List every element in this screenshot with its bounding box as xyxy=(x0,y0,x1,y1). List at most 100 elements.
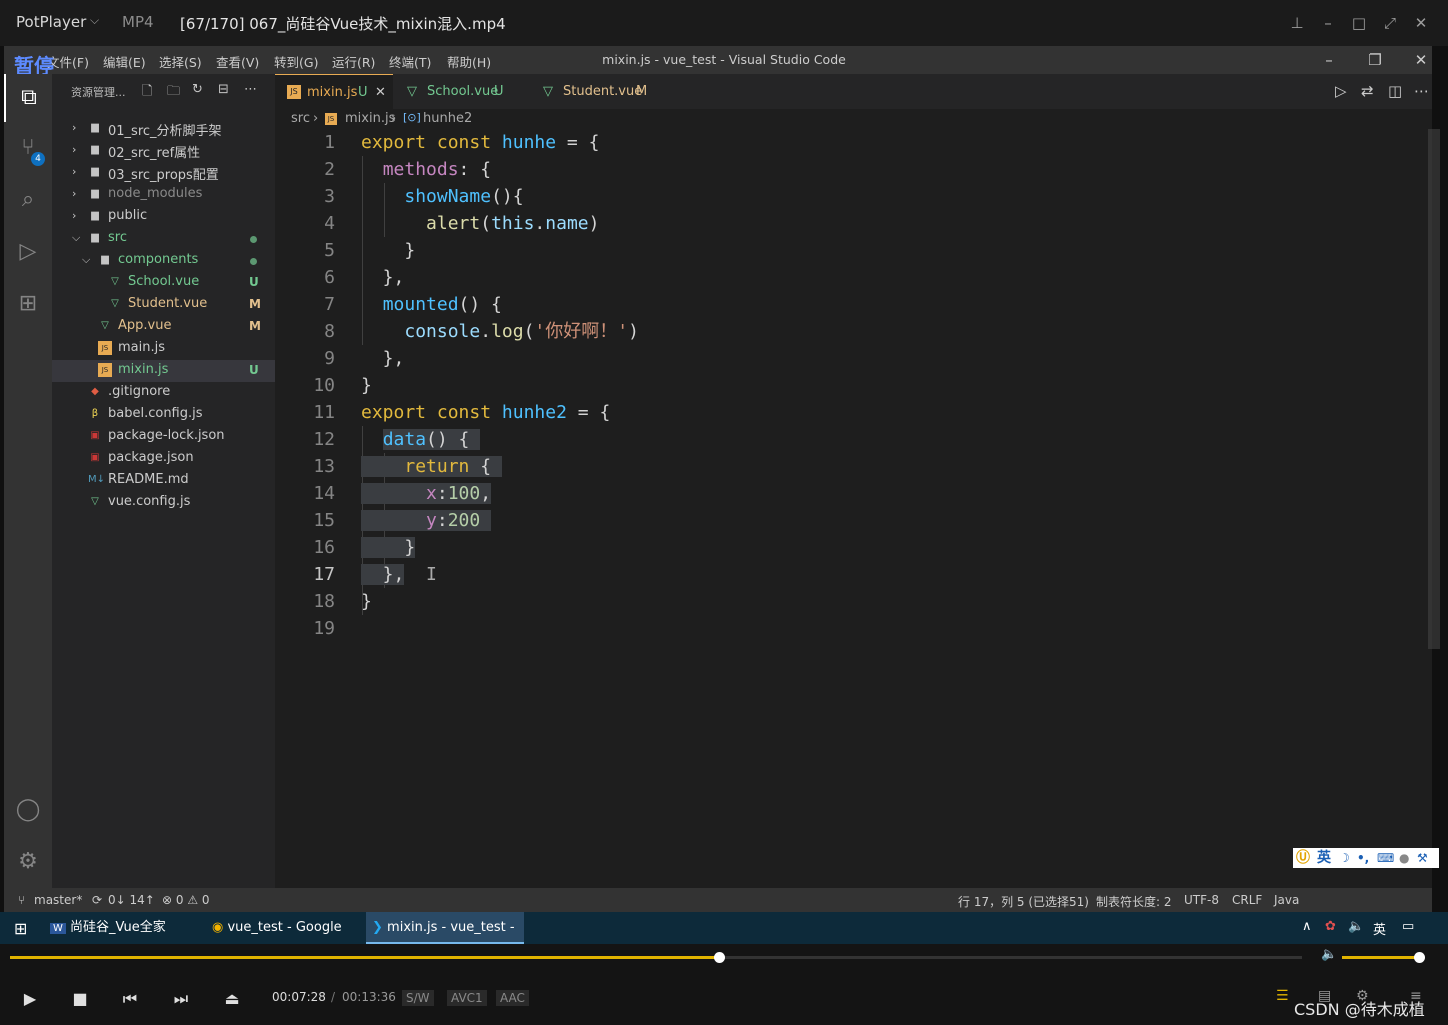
chevron-right-icon[interactable]: › xyxy=(72,165,76,178)
search-icon[interactable]: ⌕ xyxy=(4,176,52,224)
vscode-minimize-icon[interactable]: – xyxy=(1306,48,1352,72)
explorer-item[interactable]: β babel.config.js xyxy=(52,404,275,426)
playlist-icon[interactable]: ☰ xyxy=(1276,988,1289,1004)
explorer-item[interactable]: ▽ vue.config.js xyxy=(52,492,275,514)
tab-mixin-js[interactable]: JS mixin.js U ✕ xyxy=(275,74,393,109)
compare-icon[interactable]: ⇄ xyxy=(1361,82,1374,100)
menu-terminal[interactable]: 终端(T) xyxy=(389,52,431,71)
chevron-right-icon[interactable]: › xyxy=(72,209,76,222)
volume-slider[interactable] xyxy=(1342,952,1425,963)
explorer-item[interactable]: M↓ README.md xyxy=(52,470,275,492)
code-editor[interactable]: 1 2 3 4 5 6 7 8 9 10 11 12 13 14 15 16 1… xyxy=(275,129,1440,888)
close-tab-icon[interactable]: ✕ xyxy=(375,75,386,110)
status-encoding[interactable]: UTF-8 xyxy=(1184,893,1219,907)
punct-icon[interactable]: •, xyxy=(1357,848,1369,868)
new-folder-icon[interactable]: 🗀 xyxy=(167,82,180,104)
extensions-icon[interactable]: ⊞ xyxy=(4,280,52,328)
user-icon[interactable]: ● xyxy=(1399,848,1409,868)
explorer-item[interactable]: › ▆ node_modules xyxy=(52,184,275,206)
menu-selection[interactable]: 选择(S) xyxy=(159,52,202,71)
tray-expand-icon[interactable]: ∧ xyxy=(1302,919,1312,934)
vscode-close-icon[interactable]: ✕ xyxy=(1398,48,1444,72)
more-icon[interactable]: ⋯ xyxy=(1414,82,1429,100)
explorer-item[interactable]: › ▆ 01_src_分析脚手架 xyxy=(52,118,275,140)
explorer-item[interactable]: › ▆ 03_src_props配置 xyxy=(52,162,275,184)
tray-ime[interactable]: 英 xyxy=(1373,919,1386,938)
explorer-item[interactable]: ▽ Student.vue M xyxy=(52,294,275,316)
volume-icon[interactable]: 🔈 xyxy=(1348,919,1364,934)
explorer-item[interactable]: ▽ School.vue U xyxy=(52,272,275,294)
explorer-item[interactable]: ▣ package-lock.json xyxy=(52,426,275,448)
run-icon[interactable]: ▷ xyxy=(1335,82,1347,100)
source-control-icon[interactable]: ⑂ 4 xyxy=(4,124,52,172)
tag-audio-codec[interactable]: AAC xyxy=(496,990,529,1006)
run-debug-icon[interactable]: ▷ xyxy=(4,228,52,276)
chevron-down-icon[interactable]: ⌵ xyxy=(72,231,80,245)
menu-view[interactable]: 查看(V) xyxy=(216,52,259,71)
keyboard-icon[interactable]: ⌨ xyxy=(1377,848,1394,868)
explorer-item[interactable]: ▽ App.vue M xyxy=(52,316,275,338)
notification-icon[interactable]: ▭ xyxy=(1402,919,1414,934)
ime-lang[interactable]: 英 xyxy=(1317,848,1331,868)
gear-icon[interactable]: ⚙ xyxy=(4,838,52,886)
minimize-icon[interactable]: – xyxy=(1315,10,1341,36)
fullscreen-icon[interactable]: ⤢ xyxy=(1377,10,1403,36)
account-icon[interactable]: ◯ xyxy=(4,786,52,834)
volume-handle[interactable] xyxy=(1414,952,1425,963)
explorer-item[interactable]: JS main.js xyxy=(52,338,275,360)
explorer-item[interactable]: ◆ .gitignore xyxy=(52,382,275,404)
tag-sw[interactable]: S/W xyxy=(402,990,434,1006)
play-icon[interactable]: ▶ xyxy=(15,984,45,1014)
status-sync[interactable]: 0↓ 14↑ xyxy=(108,893,155,907)
explorer-item[interactable]: › ▆ 02_src_ref属性 xyxy=(52,140,275,162)
breadcrumb-src[interactable]: src xyxy=(291,111,310,126)
status-problems[interactable]: ⊗ 0 ⚠ 0 xyxy=(162,893,210,907)
close-icon[interactable]: ✕ xyxy=(1408,10,1434,36)
explorer-icon[interactable]: ⧉ xyxy=(4,74,52,122)
eject-icon[interactable]: ⏏ xyxy=(217,984,247,1014)
explorer-item[interactable]: ▣ package.json xyxy=(52,448,275,470)
speaker-icon[interactable]: 🔈 xyxy=(1321,947,1337,962)
menu-go[interactable]: 转到(G) xyxy=(274,52,318,71)
new-file-icon[interactable]: 🗋 xyxy=(142,82,152,104)
menu-help[interactable]: 帮助(H) xyxy=(447,52,491,71)
menu-run[interactable]: 运行(R) xyxy=(332,52,375,71)
vscode-restore-icon[interactable]: ❐ xyxy=(1352,48,1398,72)
seek-handle[interactable] xyxy=(714,952,726,963)
explorer-item[interactable]: › ▆ public xyxy=(52,206,275,228)
status-position[interactable]: 行 17，列 5 (已选择51) xyxy=(958,893,1089,910)
windows-start-icon[interactable]: ⊞ xyxy=(14,919,27,938)
chevron-down-icon[interactable]: ⌵ xyxy=(90,13,99,28)
tab-student-vue[interactable]: ▽ Student.vue M xyxy=(529,74,665,109)
chevron-down-icon[interactable]: ⌵ xyxy=(82,253,90,267)
wrench-icon[interactable]: ⚒ xyxy=(1417,848,1428,868)
player-logo[interactable]: PotPlayer xyxy=(16,13,86,31)
taskbar-chrome[interactable]: ◉ vue_test - Google C... xyxy=(206,912,362,967)
chevron-right-icon[interactable]: › xyxy=(72,143,76,156)
tab-school-vue[interactable]: ▽ School.vue U xyxy=(393,74,529,109)
taskbar-word[interactable]: W 尚硅谷_Vue全家桶.d... xyxy=(44,912,202,968)
seek-bar[interactable] xyxy=(10,952,1302,963)
menu-edit[interactable]: 编辑(E) xyxy=(103,52,146,71)
explorer-item[interactable]: ⌵ ▆ components xyxy=(52,250,275,272)
tag-video-codec[interactable]: AVC1 xyxy=(447,990,487,1006)
status-eol[interactable]: CRLF xyxy=(1232,893,1262,907)
breadcrumb-symbol[interactable]: hunhe2 xyxy=(423,111,472,126)
pin-icon[interactable]: ⊥ xyxy=(1284,10,1310,36)
previous-icon[interactable]: ⏮ xyxy=(115,984,145,1014)
explorer-item[interactable]: ⌵ ▆ src xyxy=(52,228,275,250)
next-icon[interactable]: ⏭ xyxy=(166,984,196,1014)
stop-icon[interactable]: ■ xyxy=(65,984,95,1014)
breadcrumb-file[interactable]: mixin.js xyxy=(345,111,395,126)
chevron-right-icon[interactable]: › xyxy=(72,121,76,134)
moon-icon[interactable]: ☽ xyxy=(1339,848,1350,868)
collapse-all-icon[interactable]: ⊟ xyxy=(218,82,229,97)
ime-toolbar[interactable]: Ⓤ 英 ☽ •, ⌨ ● ⚒ xyxy=(1293,848,1439,868)
status-language[interactable]: Java xyxy=(1274,893,1299,907)
explorer-item[interactable]: JS mixin.js U xyxy=(52,360,275,382)
status-tabsize[interactable]: 制表符长度: 2 xyxy=(1096,893,1172,910)
split-editor-icon[interactable]: ◫ xyxy=(1388,82,1402,100)
scrollbar[interactable] xyxy=(1428,129,1440,649)
taskbar-vscode[interactable]: ❯ mixin.js - vue_test - ... xyxy=(366,912,524,967)
status-branch[interactable]: master* xyxy=(34,893,82,907)
